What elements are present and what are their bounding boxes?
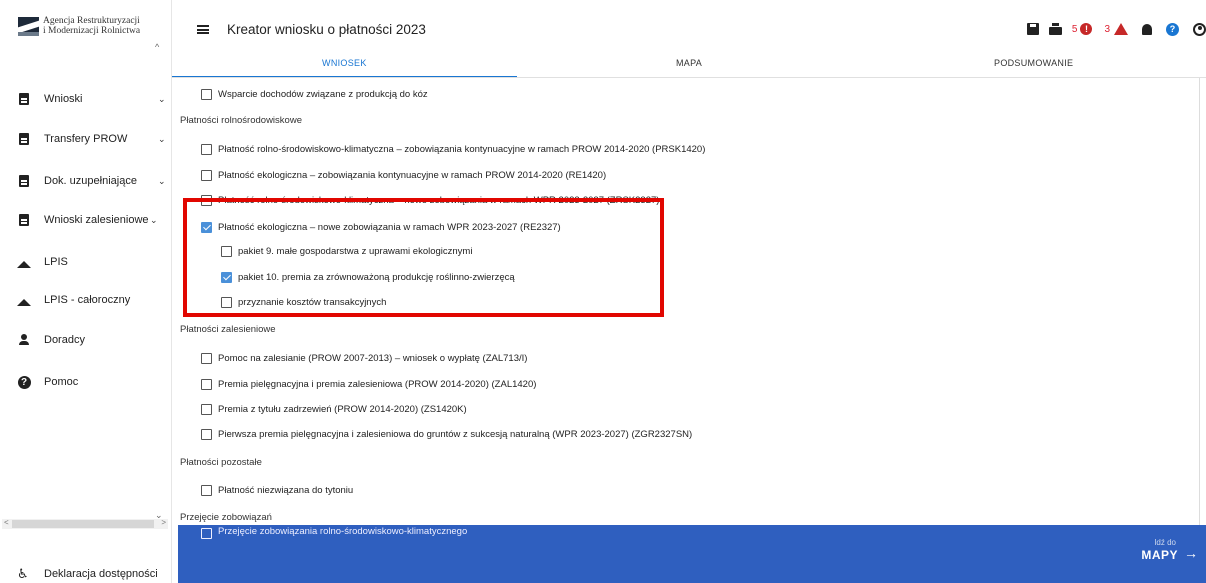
- checkbox[interactable]: [201, 88, 212, 100]
- sidebar-item-label: LPIS - całoroczny: [44, 294, 131, 306]
- sidebar-item-label: Pomoc: [44, 376, 79, 388]
- document-icon: [17, 132, 31, 146]
- bottom-navigation-bar: Przejęcie zobowiązania rolno-środowiskow…: [178, 525, 1206, 583]
- print-icon: [1048, 23, 1062, 35]
- person-icon: [17, 333, 31, 347]
- help-circle-icon[interactable]: ?: [1166, 22, 1179, 36]
- tab-wniosek[interactable]: WNIOSEK: [172, 52, 517, 78]
- account-icon[interactable]: [1193, 22, 1206, 36]
- sidebar-item-label: Transfery PROW: [44, 133, 128, 145]
- arimr-logo-icon: [18, 16, 39, 36]
- page-title: Kreator wniosku o płatności 2023: [227, 22, 426, 37]
- error-count: 5: [1071, 23, 1078, 35]
- checkbox-row-takeover-agri-env[interactable]: Przejęcie zobowiązania rolno-środowiskow…: [178, 523, 778, 543]
- checkbox-label: Premia pielęgnacyjna i premia zalesienio…: [218, 378, 537, 390]
- checkbox[interactable]: [201, 378, 212, 390]
- document-icon: [17, 213, 31, 227]
- highlight-box: [183, 198, 664, 317]
- top-bar: Kreator wniosku o płatności 2023 5 ! 3 ?…: [172, 0, 1206, 78]
- scroll-left-icon[interactable]: <: [4, 518, 9, 527]
- sidebar-item-label: LPIS: [44, 256, 68, 268]
- menu-icon[interactable]: [197, 25, 209, 34]
- section-heading-takeover: Przejęcie zobowiązań: [180, 512, 272, 523]
- next-step-button[interactable]: MAPY: [1141, 548, 1178, 562]
- sidebar-item-label: Dok. uzupełniające: [44, 175, 137, 187]
- save-button[interactable]: [1026, 23, 1039, 35]
- checkbox[interactable]: [201, 484, 212, 496]
- sidebar: Agencja Restrukturyzacji i Modernizacji …: [0, 0, 172, 583]
- checkbox-row-zs1420k[interactable]: Premia z tytułu zadrzewień (PROW 2014-20…: [172, 399, 1206, 419]
- tab-mapa[interactable]: MAPA: [517, 52, 862, 78]
- warning-icon[interactable]: [1114, 23, 1128, 35]
- arrow-right-icon[interactable]: →: [1184, 545, 1198, 561]
- checkbox[interactable]: [201, 143, 212, 155]
- sidebar-item-deklaracja-dostepnosci[interactable]: ♿ Deklaracja dostępności: [0, 564, 172, 583]
- mountain-icon: [17, 293, 31, 307]
- checkbox[interactable]: [201, 428, 212, 440]
- sidebar-item-dok-uzupelniajace[interactable]: Dok. uzupełniające ⌄: [0, 169, 172, 193]
- checkbox-row-prsk1420[interactable]: Płatność rolno-środowiskowo-klimatyczna …: [172, 139, 1206, 159]
- bell-icon[interactable]: [1142, 23, 1152, 35]
- checkbox-label: Premia z tytułu zadrzewień (PROW 2014-20…: [218, 403, 467, 415]
- checkbox-row-tobacco[interactable]: Płatność niezwiązana do tytoniu: [172, 480, 1206, 500]
- checkbox-label: Wsparcie dochodów związane z produkcją d…: [218, 88, 428, 100]
- logo-text-line2: i Modernizacji Rolnictwa: [43, 26, 141, 36]
- sidebar-item-wnioski[interactable]: Wnioski ⌄: [0, 87, 172, 111]
- next-step-small-label[interactable]: Idź do: [1154, 538, 1176, 547]
- checkbox-row-goat-support[interactable]: Wsparcie dochodów związane z produkcją d…: [172, 84, 1206, 104]
- scrollbar-thumb[interactable]: [12, 520, 154, 528]
- accessibility-icon: ♿: [17, 566, 29, 581]
- sidebar-footer-label: Deklaracja dostępności: [44, 568, 158, 580]
- checkbox-label: Pomoc na zalesianie (PROW 2007-2013) – w…: [218, 352, 528, 364]
- sidebar-item-lpis-caloroczny[interactable]: LPIS - całoroczny: [0, 288, 172, 312]
- warning-count: 3: [1104, 23, 1110, 35]
- sidebar-item-transfery-prow[interactable]: Transfery PROW ⌄: [0, 127, 172, 151]
- tab-podsumowanie[interactable]: PODSUMOWANIE: [861, 52, 1206, 78]
- print-button[interactable]: [1048, 23, 1062, 35]
- checkbox-label: Płatność ekologiczna – zobowiązania kont…: [218, 169, 607, 181]
- logo-text: Agencja Restrukturyzacji i Modernizacji …: [43, 16, 140, 36]
- checkbox[interactable]: [201, 528, 212, 539]
- scroll-right-icon[interactable]: >: [161, 518, 166, 527]
- checkbox-label: Pierwsza premia pielęgnacyjna i zalesien…: [218, 428, 693, 440]
- checkbox-label: Przejęcie zobowiązania rolno-środowiskow…: [218, 526, 468, 537]
- tab-bar: WNIOSEK MAPA PODSUMOWANIE: [172, 52, 1206, 78]
- scroll-up-arrow-icon[interactable]: ^: [155, 42, 159, 52]
- chevron-down-icon: ⌄: [150, 214, 158, 225]
- checkbox-row-re1420[interactable]: Płatność ekologiczna – zobowiązania kont…: [172, 165, 1206, 185]
- section-heading-agri-env: Płatności rolnośrodowiskowe: [180, 115, 302, 126]
- sidebar-item-doradcy[interactable]: Doradcy: [0, 328, 172, 352]
- sidebar-item-lpis[interactable]: LPIS: [0, 250, 172, 274]
- sidebar-item-wnioski-zalesieniowe[interactable]: Wnioski zalesieniowe ⌄: [0, 208, 172, 232]
- arimr-logo[interactable]: Agencja Restrukturyzacji i Modernizacji …: [18, 16, 140, 36]
- checkbox[interactable]: [201, 169, 212, 181]
- checkbox-label: Płatność niezwiązana do tytoniu: [218, 484, 354, 496]
- checkbox-row-zgr2327sn[interactable]: Pierwsza premia pielęgnacyjna i zalesien…: [172, 424, 1206, 444]
- toolbar: 5 ! 3 ?: [1017, 20, 1206, 38]
- document-icon: [17, 92, 31, 106]
- chevron-down-icon: ⌄: [158, 133, 166, 144]
- sidebar-item-label: Wnioski: [44, 93, 83, 105]
- checkbox[interactable]: [201, 352, 212, 364]
- document-icon: [17, 174, 31, 188]
- sidebar-item-pomoc[interactable]: ? Pomoc: [0, 370, 172, 394]
- section-heading-afforestation: Płatności zalesieniowe: [180, 324, 276, 335]
- sidebar-item-label: Wnioski zalesieniowe: [44, 214, 149, 226]
- checkbox-row-zal713[interactable]: Pomoc na zalesianie (PROW 2007-2013) – w…: [172, 348, 1206, 368]
- error-icon[interactable]: !: [1080, 23, 1093, 35]
- chevron-down-icon: ⌄: [158, 93, 166, 104]
- checkbox[interactable]: [201, 403, 212, 415]
- chevron-down-icon: ⌄: [158, 175, 166, 186]
- help-icon: ?: [17, 375, 31, 389]
- logo-text-line1: Agencja Restrukturyzacji: [43, 16, 140, 26]
- mountain-icon: [17, 255, 31, 269]
- checkbox-row-zal1420[interactable]: Premia pielęgnacyjna i premia zalesienio…: [172, 374, 1206, 394]
- section-heading-other: Płatności pozostałe: [180, 457, 262, 468]
- save-icon: [1026, 23, 1039, 35]
- checkbox-label: Płatność rolno-środowiskowo-klimatyczna …: [218, 143, 706, 155]
- sidebar-item-label: Doradcy: [44, 334, 85, 346]
- content-scrollbar[interactable]: [1199, 78, 1200, 525]
- sidebar-horizontal-scrollbar[interactable]: < >: [2, 518, 168, 529]
